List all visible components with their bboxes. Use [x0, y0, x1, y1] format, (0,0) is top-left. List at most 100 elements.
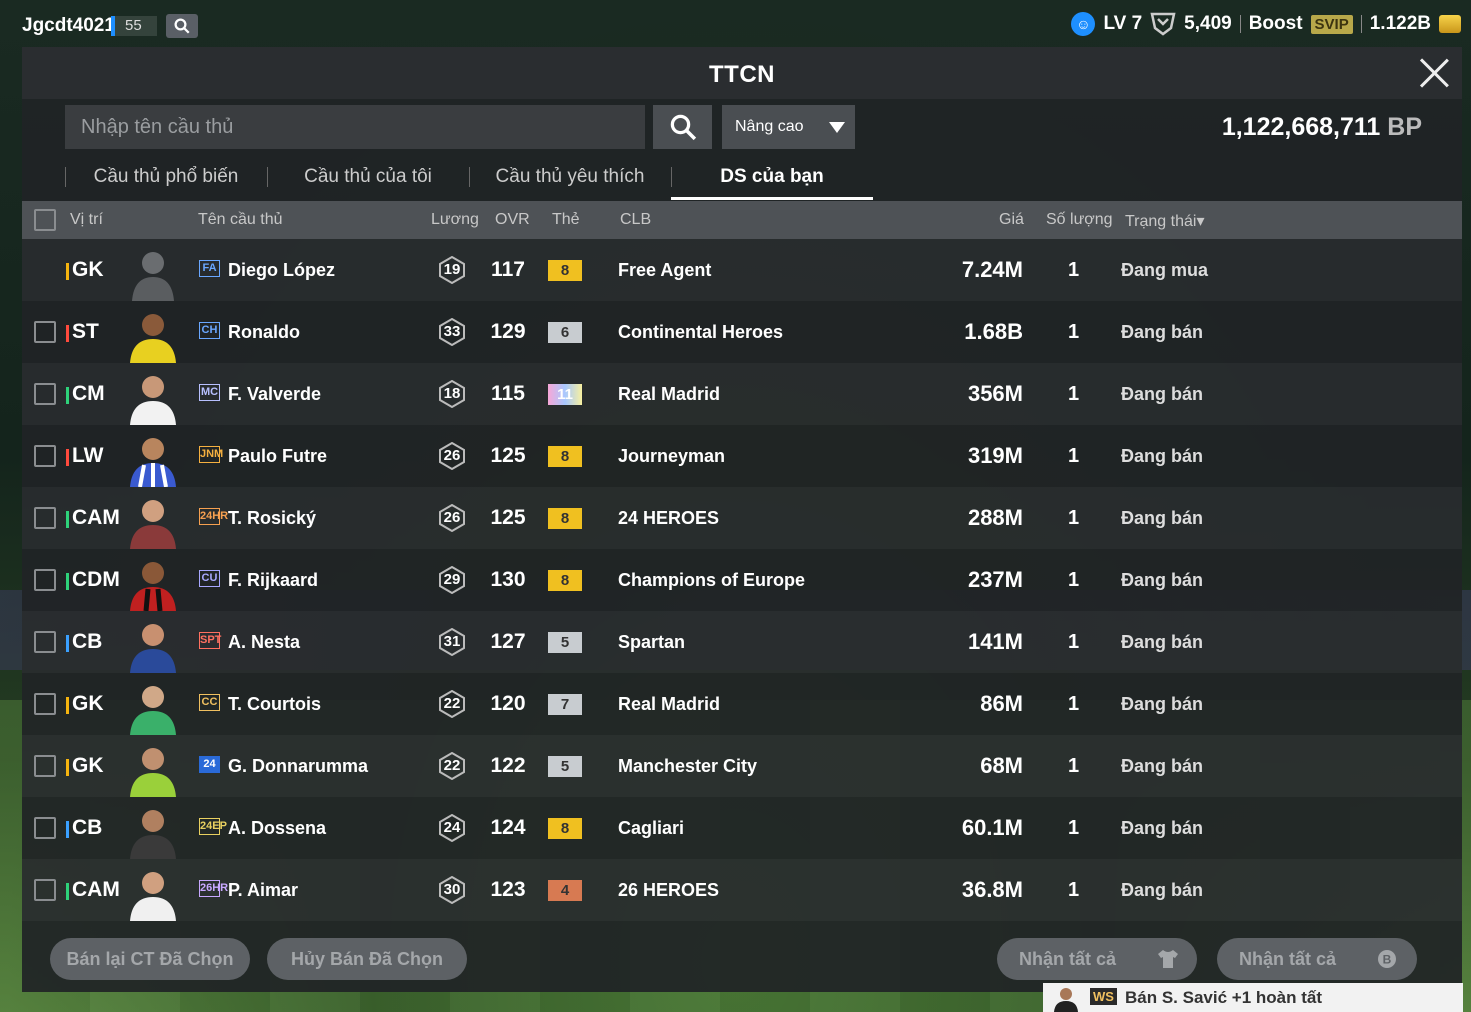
advanced-label: Nâng cao [735, 118, 804, 135]
salary-badge: 19 [438, 255, 466, 285]
ovr-value: 125 [490, 506, 526, 529]
search-button[interactable] [653, 105, 712, 149]
row-checkbox[interactable] [34, 445, 56, 467]
svg-text:B: B [1383, 953, 1392, 967]
status-text: Đang bán [1121, 632, 1204, 652]
top-bar: Jgcdt4021 55 ☺ LV 7 5,409 Boost SVIP 1.1… [0, 0, 1471, 47]
table-row[interactable]: CAM 26HR P. Aimar 30 123 4 26 HEROES 36.… [22, 859, 1462, 921]
price-value: 141M [967, 629, 1023, 654]
salary-value: 19 [443, 261, 461, 278]
player-search-input[interactable] [65, 105, 645, 149]
claim-all-bp-button[interactable]: Nhận tất cả B [1217, 938, 1417, 980]
transfer-market-panel: TTCN Nâng cao 1,122,668,711 BP Cầu thủ p… [22, 47, 1462, 992]
table-row[interactable]: CB 24EP A. Dossena 24 124 8 Cagliari 60.… [22, 797, 1462, 859]
price-value: 60.1M [961, 815, 1023, 840]
boost-label: Boost [1248, 13, 1303, 34]
table-row[interactable]: CDM CU F. Rijkaard 29 130 8 Champions of… [22, 549, 1462, 611]
salary-badge: 26 [438, 503, 466, 533]
season-tag: 24 [199, 756, 220, 773]
select-all-checkbox[interactable] [34, 209, 56, 231]
table-row[interactable]: CM MC F. Valverde 18 115 11 Real Madrid … [22, 363, 1462, 425]
row-checkbox[interactable] [34, 631, 56, 653]
season-tag: CH [199, 322, 220, 339]
table-row[interactable]: ST CH Ronaldo 33 129 6 Continental Heroe… [22, 301, 1462, 363]
position: GK [66, 735, 104, 797]
status-text: Đang bán [1121, 880, 1204, 900]
salary-badge: 24 [438, 813, 466, 843]
row-checkbox[interactable] [34, 507, 56, 529]
player-avatar [1054, 988, 1078, 1012]
top-search-button[interactable] [166, 14, 198, 38]
row-checkbox[interactable] [34, 879, 56, 901]
grade-badge: 4 [548, 880, 582, 901]
club-name: Real Madrid [618, 384, 721, 404]
player-avatar [130, 438, 176, 487]
player-name: A. Nesta [228, 632, 301, 652]
table-row[interactable]: GK 24 G. Donnarumma 22 122 5 Manchester … [22, 735, 1462, 797]
tab-favorite-players[interactable]: Cầu thủ yêu thích [469, 157, 671, 199]
search-icon [174, 18, 190, 34]
header-salary: Lương [431, 211, 479, 228]
salary-value: 22 [443, 757, 461, 774]
quantity-value: 1 [1068, 879, 1080, 901]
player-avatar [130, 500, 176, 549]
sale-notification[interactable]: WS Bán S. Savić +1 hoàn tất [1043, 983, 1463, 1012]
position: GK [66, 673, 104, 735]
position: CDM [66, 549, 120, 611]
resell-selected-button[interactable]: Bán lại CT Đã Chọn [50, 938, 250, 980]
table-row[interactable]: LW JNM Paulo Futre 26 125 8 Journeyman 3… [22, 425, 1462, 487]
price-value: 319M [967, 443, 1023, 468]
cancel-sale-selected-button[interactable]: Hủy Bán Đã Chọn [267, 938, 467, 980]
player-name: Ronaldo [228, 322, 300, 342]
username: Jgcdt4021 [22, 15, 115, 36]
position: CB [66, 611, 102, 673]
row-checkbox[interactable] [34, 693, 56, 715]
row-checkbox[interactable] [34, 755, 56, 777]
table-row[interactable]: CB SPT A. Nesta 31 127 5 Spartan 141M 1 … [22, 611, 1462, 673]
bp-value: 1,122,668,711 [1221, 113, 1381, 141]
price-value: 68M [980, 753, 1023, 778]
header-price: Giá [999, 211, 1024, 228]
chevron-down-icon [829, 122, 845, 133]
player-avatar [130, 314, 176, 363]
player-name: Diego López [228, 260, 335, 280]
listing-rows: GK FA Diego López 19 117 8 Free Agent 7.… [22, 239, 1462, 921]
player-avatar [130, 872, 176, 921]
table-row[interactable]: GK CC T. Courtois 22 120 7 Real Madrid 8… [22, 673, 1462, 735]
claim-all-items-button[interactable]: Nhận tất cả [997, 938, 1197, 980]
ovr-value: 130 [490, 568, 526, 591]
tab-my-list[interactable]: DS của bạn [671, 157, 873, 200]
season-tag: 24EP [199, 818, 227, 835]
row-checkbox[interactable] [34, 817, 56, 839]
price-value: 36.8M [961, 877, 1023, 902]
season-tag: CU [199, 570, 220, 587]
season-badge: WS [1090, 988, 1117, 1005]
table-row[interactable]: GK FA Diego López 19 117 8 Free Agent 7.… [22, 239, 1462, 301]
header-ovr: OVR [495, 211, 530, 228]
table-row[interactable]: CAM 24HR T. Rosický 26 125 8 24 HEROES 2… [22, 487, 1462, 549]
close-button[interactable] [1418, 57, 1450, 89]
club-name: Manchester City [618, 756, 758, 776]
row-checkbox[interactable] [34, 383, 56, 405]
salary-value: 18 [443, 385, 461, 402]
row-checkbox[interactable] [34, 569, 56, 591]
season-tag: SPT [199, 632, 221, 649]
salary-value: 26 [443, 509, 461, 526]
price-value: 237M [967, 567, 1023, 592]
ovr-value: 123 [490, 878, 526, 901]
salary-badge: 22 [438, 689, 466, 719]
tab-popular-players[interactable]: Cầu thủ phổ biến [65, 157, 267, 199]
divider [1239, 15, 1241, 33]
ovr-value: 124 [490, 816, 526, 839]
advanced-filter-dropdown[interactable]: Nâng cao [722, 105, 855, 149]
season-tag: JNM [199, 446, 223, 463]
row-checkbox[interactable] [34, 321, 56, 343]
quantity-value: 1 [1068, 693, 1080, 715]
status-text: Đang bán [1121, 446, 1204, 466]
ovr-value: 122 [490, 754, 526, 777]
header-grade: Thẻ [552, 211, 580, 228]
club-name: Spartan [618, 632, 686, 652]
header-status[interactable]: Trạng thái▾ [1125, 211, 1204, 231]
player-name: T. Rosický [228, 508, 317, 528]
tab-my-players[interactable]: Cầu thủ của tôi [267, 157, 469, 199]
